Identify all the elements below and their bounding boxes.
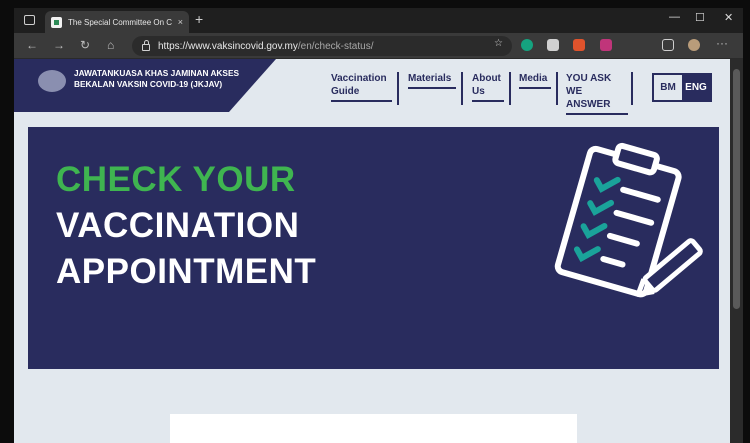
nav-separator [397, 72, 399, 105]
nav-separator [461, 72, 463, 105]
forward-button[interactable]: → [53, 38, 65, 52]
close-window-button[interactable]: ✕ [724, 11, 733, 24]
extension-icon[interactable] [600, 39, 612, 51]
nav-separator [509, 72, 511, 105]
sidebar-icon[interactable] [24, 15, 35, 25]
nav-media[interactable]: Media [519, 72, 551, 89]
more-menu-button[interactable]: ··· [716, 36, 728, 50]
hero-title-line-3: APPOINTMENT [56, 252, 317, 291]
lang-eng-button[interactable]: ENG [682, 75, 710, 100]
extension-icon[interactable] [573, 39, 585, 51]
pencil-icon [635, 238, 703, 297]
web-page: JAWATANKUASA KHAS JAMINAN AKSES BEKALAN … [14, 59, 730, 443]
lang-bm-button[interactable]: BM [654, 75, 682, 100]
browser-tab[interactable]: The Special Committee On COVID × [45, 11, 189, 33]
site-favicon-icon [51, 16, 62, 28]
url-path: /en/check-status/ [297, 40, 374, 52]
collections-icon[interactable] [662, 39, 674, 51]
grammarly-icon[interactable] [521, 39, 533, 51]
profile-avatar[interactable] [688, 39, 700, 51]
scrollbar-thumb[interactable] [733, 69, 740, 309]
new-tab-button[interactable]: + [195, 11, 203, 27]
reload-button[interactable]: ↻ [80, 38, 90, 52]
browser-window: The Special Committee On COVID × + — ☐ ✕… [14, 8, 743, 443]
hero-banner: CHECK YOUR VACCINATION APPOINTMENT [28, 127, 719, 369]
tab-close-icon[interactable]: × [178, 17, 183, 27]
minimize-button[interactable]: — [669, 11, 680, 23]
favorite-icon[interactable]: ☆ [494, 38, 503, 49]
clipboard-checklist-icon [554, 142, 703, 298]
maximize-button[interactable]: ☐ [695, 11, 705, 24]
nav-separator [556, 72, 558, 105]
url-text: https://www.vaksincovid.gov.my/en/check-… [158, 41, 373, 52]
address-bar: ← → ↻ ⌂ https://www.vaksincovid.gov.my/e… [14, 33, 743, 59]
nav-separator [631, 72, 633, 105]
tab-title: The Special Committee On COVID [68, 17, 172, 27]
language-switcher: BM ENG [652, 73, 712, 102]
nav-materials[interactable]: Materials [408, 72, 456, 89]
check-status-card [170, 414, 577, 443]
scrollbar[interactable] [730, 59, 743, 443]
hero-title-line-1: CHECK YOUR [56, 160, 296, 199]
url-field[interactable]: https://www.vaksincovid.gov.my/en/check-… [132, 36, 512, 56]
brand-block[interactable]: JAWATANKUASA KHAS JAMINAN AKSES BEKALAN … [14, 59, 276, 112]
url-host: https://www.vaksincovid.gov.my [158, 40, 298, 52]
home-button[interactable]: ⌂ [107, 38, 114, 52]
title-bar: The Special Committee On COVID × + — ☐ ✕ [14, 8, 743, 33]
nav-about-us[interactable]: About Us [472, 72, 504, 102]
hero-title-line-2: VACCINATION [56, 206, 300, 245]
lock-icon[interactable] [142, 40, 150, 51]
brand-text: JAWATANKUASA KHAS JAMINAN AKSES BEKALAN … [74, 68, 240, 89]
nav-vaccination-guide[interactable]: Vaccination Guide [331, 72, 392, 102]
extension-icon[interactable] [547, 39, 559, 51]
crest-logo [38, 70, 66, 92]
back-button[interactable]: ← [26, 38, 38, 52]
nav-you-ask-we-answer[interactable]: YOU ASK WE ANSWER [566, 72, 628, 115]
site-header: JAWATANKUASA KHAS JAMINAN AKSES BEKALAN … [14, 59, 730, 115]
